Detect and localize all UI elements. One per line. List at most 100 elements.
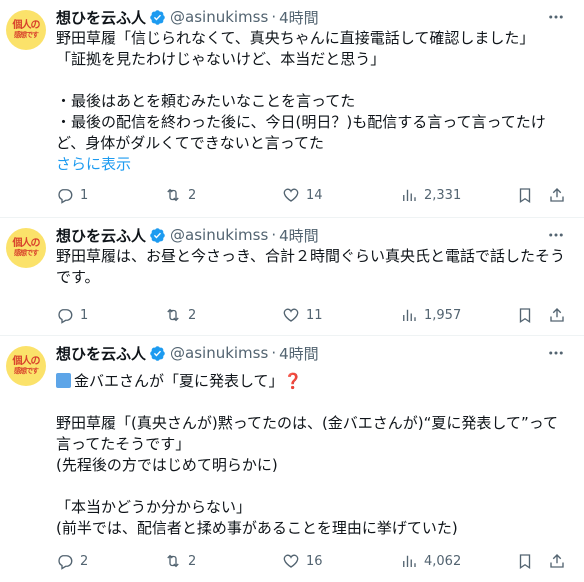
share-button[interactable] [548, 184, 566, 206]
reply-icon [58, 555, 73, 570]
repost-count: 2 [188, 307, 197, 323]
repost-icon [167, 188, 179, 202]
bookmark-icon [519, 308, 531, 324]
tweet-header: 想ひを云ふ人 @asinukimss · 4時間 [56, 342, 574, 364]
share-button[interactable] [548, 304, 566, 326]
display-name[interactable]: 想ひを云ふ人 [56, 343, 146, 364]
views-button[interactable]: 1,957 [400, 304, 461, 326]
text-line: 言ってたそうです」 [56, 435, 191, 453]
like-button[interactable]: 16 [282, 550, 323, 572]
share-button[interactable] [548, 550, 566, 572]
timestamp[interactable]: 4時間 [279, 7, 319, 28]
bookmark-icon [519, 188, 531, 204]
tweet-text: 金バエさんが「夏に発表して」❓ 野田草履「(真央さんが)黙ってたのは、(金バエさ… [56, 371, 572, 539]
views-button[interactable]: 2,331 [400, 184, 461, 206]
like-button[interactable]: 14 [282, 184, 323, 206]
views-chart-icon [403, 555, 416, 567]
avatar-text: 個人の [12, 238, 41, 249]
first-line-text: 金バエさんが「夏に発表して」 [74, 372, 284, 390]
repost-button[interactable]: 2 [164, 550, 196, 572]
tweet-text: 野田草履は、お昼と今さっき、合計２時間ぐらい真央氏と電話で話したそう です。 [56, 246, 572, 288]
bookmark-button[interactable] [516, 304, 534, 326]
text-line: 野田草履「(真央さんが)黙ってたのは、(金バエさんが)“夏に発表して”って [56, 414, 559, 432]
more-options-icon[interactable] [546, 224, 566, 246]
reply-button[interactable]: 1 [56, 184, 88, 206]
bookmark-button[interactable] [516, 550, 534, 572]
like-count: 14 [306, 187, 323, 203]
heart-icon [283, 554, 299, 568]
avatar-text: 個人の [12, 356, 41, 367]
bookmark-button[interactable] [516, 184, 534, 206]
text-line: 野田草履「信じられなくて、真央ちゃんに直接電話して確認しました」 [56, 29, 535, 47]
reply-button[interactable]: 2 [56, 550, 88, 572]
tweet-2[interactable]: 個人の 感想です 想ひを云ふ人 @asinukimss · 4時間 野田草履は、… [0, 218, 584, 336]
views-count: 2,331 [424, 187, 462, 203]
heart-icon [283, 188, 299, 202]
repost-count: 2 [188, 553, 197, 569]
display-name[interactable]: 想ひを云ふ人 [56, 7, 146, 28]
handle[interactable]: @asinukimss [170, 344, 268, 362]
text-line: ・最後はあとを頼むみたいなことを言ってた [56, 92, 356, 110]
repost-icon [167, 554, 179, 568]
views-chart-icon [403, 309, 416, 321]
timestamp[interactable]: 4時間 [279, 343, 319, 364]
avatar[interactable]: 個人の 感想です [6, 228, 46, 268]
reply-count: 1 [80, 187, 89, 203]
tweet-1[interactable]: 個人の 感想です 想ひを云ふ人 @asinukimss · 4時間 野田草履「信… [0, 0, 584, 218]
repost-button[interactable]: 2 [164, 184, 196, 206]
views-count: 4,062 [424, 553, 462, 569]
show-more-link[interactable]: さらに表示 [56, 154, 572, 175]
handle[interactable]: @asinukimss [170, 8, 268, 26]
avatar-text: 感想です [14, 31, 39, 39]
action-bar: 1 2 11 1,957 [56, 304, 572, 326]
handle[interactable]: @asinukimss [170, 226, 268, 244]
reply-icon [58, 189, 73, 204]
views-count: 1,957 [424, 307, 462, 323]
separator-dot: · [271, 344, 277, 362]
heart-icon [283, 308, 299, 322]
avatar[interactable]: 個人の 感想です [6, 346, 46, 386]
share-icon [550, 308, 564, 322]
avatar-text: 感想です [14, 367, 39, 375]
avatar-text: 個人の [12, 20, 41, 31]
text-line: ・最後の配信を終わった後に、今日(明日？)も配信する言って言ってたけ [56, 113, 546, 131]
text-line: 「証拠を見たわけじゃないけど、本当だと思う」 [56, 50, 386, 68]
text-line: です。 [56, 268, 100, 286]
reply-icon [58, 309, 73, 324]
display-name[interactable]: 想ひを云ふ人 [56, 225, 146, 246]
like-count: 11 [306, 307, 323, 323]
views-button[interactable]: 4,062 [400, 550, 461, 572]
reply-button[interactable]: 1 [56, 304, 88, 326]
repost-count: 2 [188, 187, 197, 203]
reply-count: 2 [80, 553, 89, 569]
text-line: 「本当かどうか分からない」 [56, 498, 252, 516]
separator-dot: · [271, 8, 277, 26]
verified-badge-icon [150, 9, 165, 25]
verified-badge-icon [150, 345, 165, 361]
action-bar: 1 2 14 2,331 [56, 184, 572, 206]
blue-square-emoji-icon [56, 373, 71, 388]
repost-icon [167, 308, 179, 322]
reply-count: 1 [80, 307, 89, 323]
verified-badge-icon [150, 227, 165, 243]
repost-button[interactable]: 2 [164, 304, 196, 326]
more-options-icon[interactable] [546, 6, 566, 28]
timestamp[interactable]: 4時間 [279, 225, 319, 246]
avatar[interactable]: 個人の 感想です [6, 10, 46, 50]
separator-dot: · [271, 226, 277, 244]
more-options-icon[interactable] [546, 342, 566, 364]
tweet-text: 野田草履「信じられなくて、真央ちゃんに直接電話して確認しました」 「証拠を見たわ… [56, 28, 572, 175]
text-line: (先程後の方ではじめて明らかに) [56, 456, 278, 474]
tweet-3[interactable]: 個人の 感想です 想ひを云ふ人 @asinukimss · 4時間 金バエさんが… [0, 336, 584, 582]
action-bar: 2 2 16 4,062 [56, 550, 572, 572]
text-line: 野田草履は、お昼と今さっき、合計２時間ぐらい真央氏と電話で話したそう [56, 247, 565, 265]
avatar-text: 感想です [14, 249, 39, 257]
like-button[interactable]: 11 [282, 304, 323, 326]
views-chart-icon [403, 189, 416, 201]
text-line: ど、身体がダルくてできないと言ってた [56, 134, 325, 152]
tweet-header: 想ひを云ふ人 @asinukimss · 4時間 [56, 6, 574, 28]
tweet-header: 想ひを云ふ人 @asinukimss · 4時間 [56, 224, 574, 246]
like-count: 16 [306, 553, 323, 569]
